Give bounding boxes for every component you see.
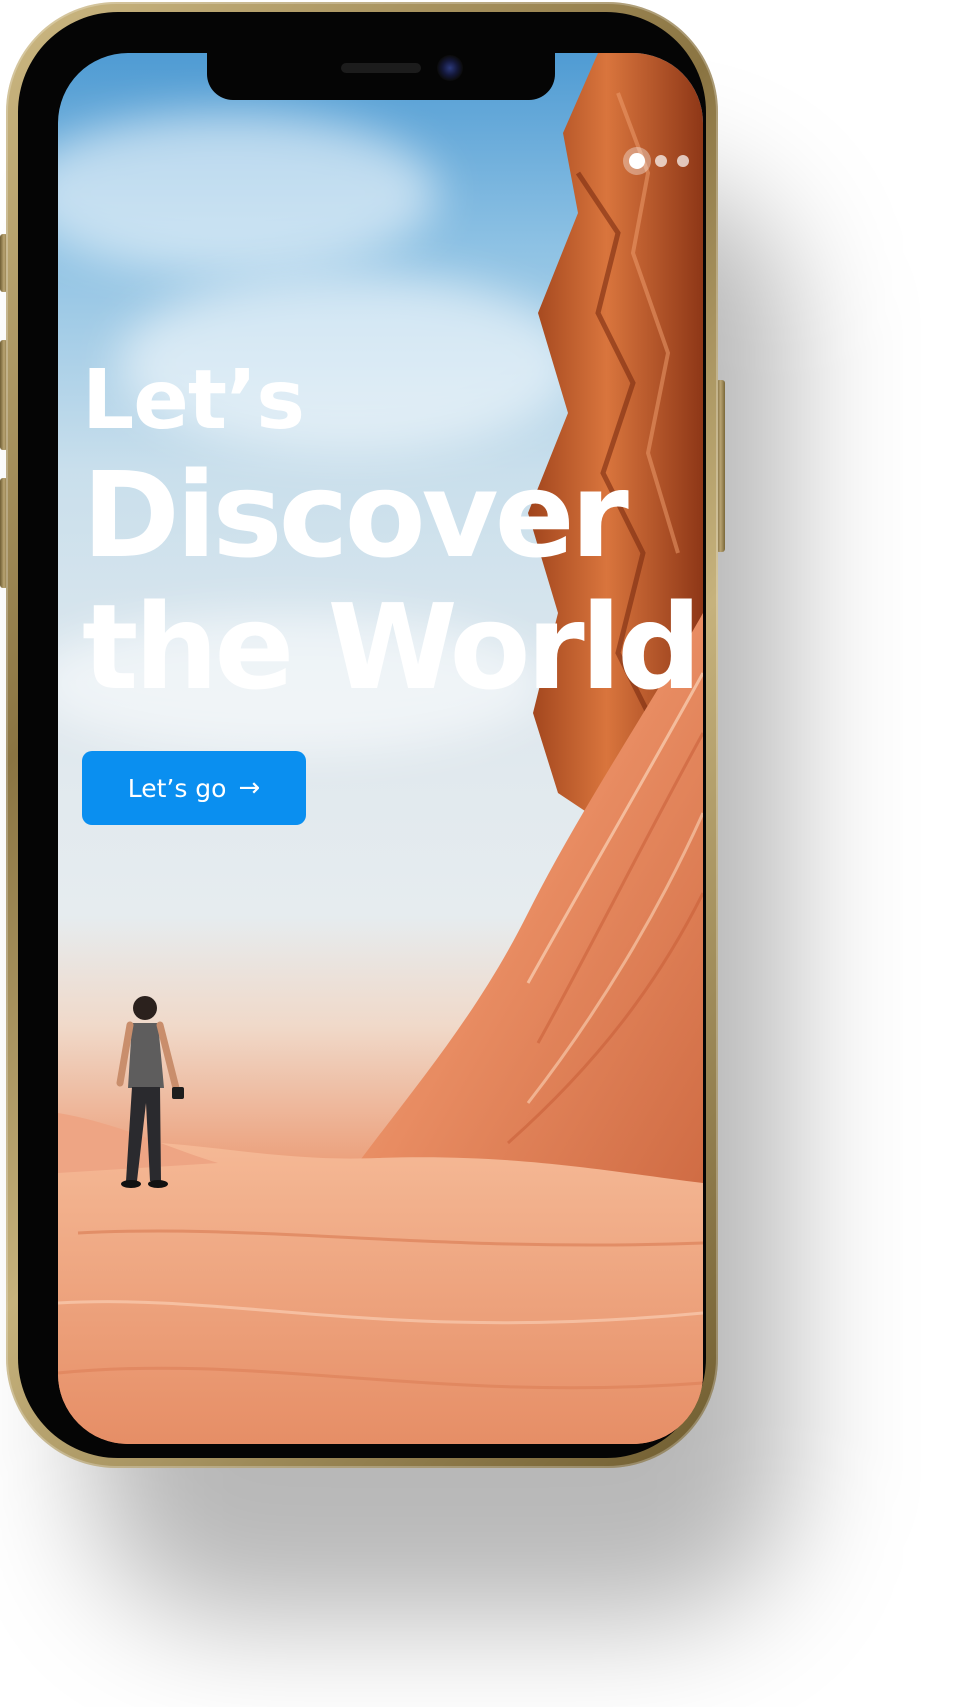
- lets-go-button[interactable]: Let’s go →: [82, 751, 306, 825]
- arrow-right-icon: →: [238, 773, 261, 803]
- phone-frame: Let’s Discover the World. Let’s go →: [6, 2, 718, 1468]
- onboarding-pager[interactable]: [629, 153, 689, 169]
- lets-go-label: Let’s go: [127, 773, 227, 803]
- hero-line-3: the World.: [82, 578, 703, 716]
- hero-line-2: Discover: [82, 446, 629, 584]
- hero-headline: Let’s Discover the World.: [82, 353, 703, 713]
- speaker-grille: [341, 63, 421, 73]
- stage: Let’s Discover the World. Let’s go →: [0, 0, 965, 1707]
- notch: [207, 53, 555, 100]
- hero-line-1: Let’s: [82, 353, 305, 448]
- hero-background-image: [58, 53, 703, 1444]
- pager-dot[interactable]: [655, 155, 667, 167]
- pager-dot[interactable]: [677, 155, 689, 167]
- front-camera: [437, 55, 463, 81]
- pager-dot-active[interactable]: [629, 153, 645, 169]
- phone-screen: Let’s Discover the World. Let’s go →: [58, 53, 703, 1444]
- phone-bezel: Let’s Discover the World. Let’s go →: [18, 12, 706, 1458]
